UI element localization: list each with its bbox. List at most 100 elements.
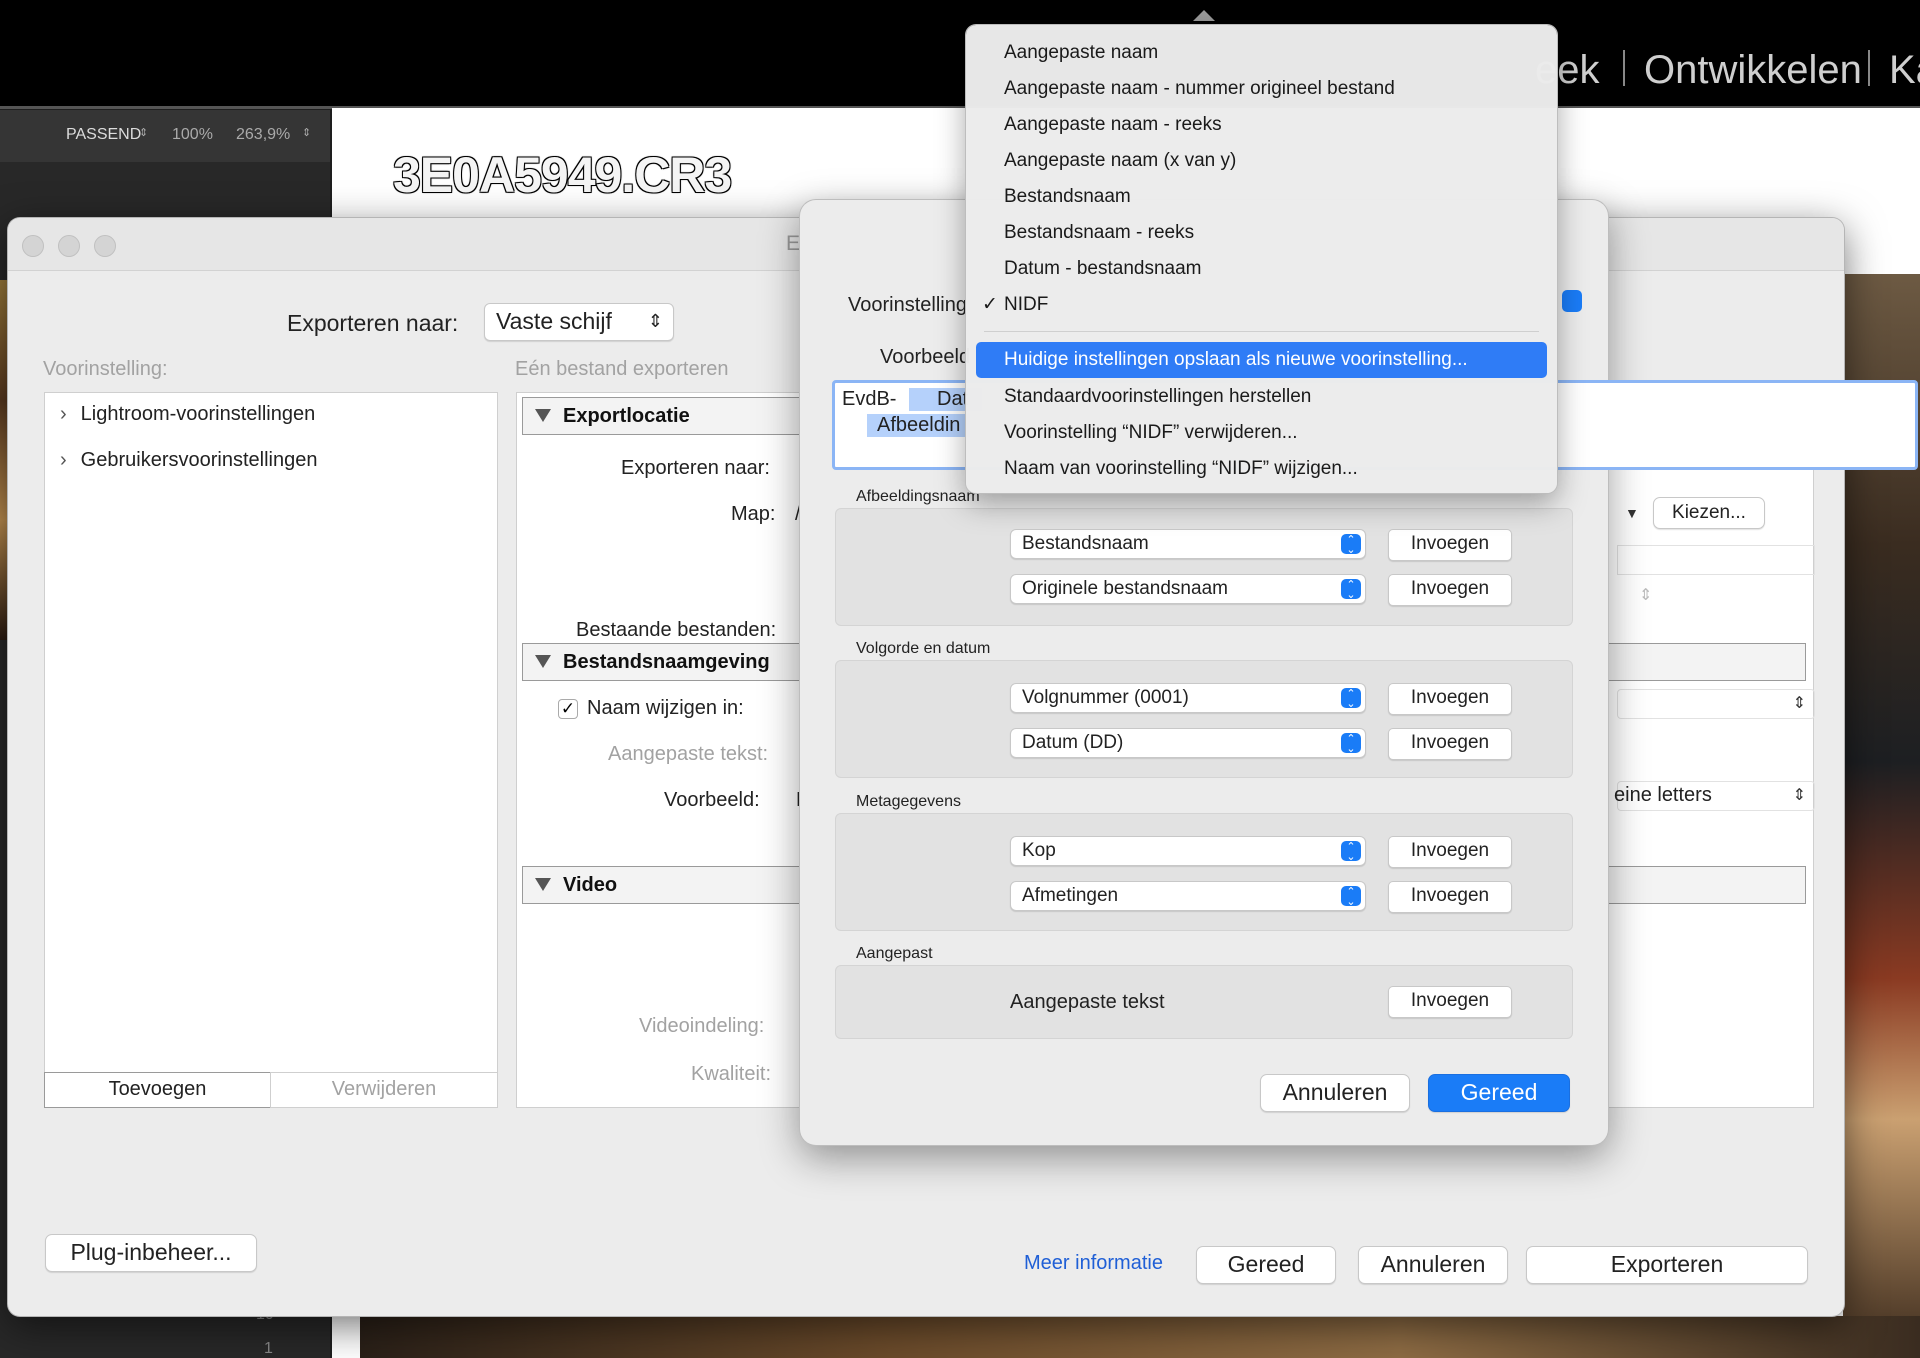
menu-item[interactable]: Bestandsnaam - reeks: [1004, 222, 1194, 244]
token-prefix: EvdB-: [842, 388, 897, 410]
choose-folder-button[interactable]: Kiezen...: [1653, 497, 1765, 529]
navigator-toolbar: PASSEND ⇕ 100% 263,9% ⇕: [0, 110, 330, 162]
disclosure-triangle-icon: [535, 655, 551, 668]
menu-item[interactable]: Aangepaste naam (x van y): [1004, 150, 1236, 172]
menu-action-restore[interactable]: Standaardvoorinstellingen herstellen: [1004, 386, 1311, 408]
menu-item-highlighted[interactable]: Huidige instellingen opslaan als nieuwe …: [976, 342, 1547, 378]
plugin-manager-button[interactable]: Plug-inbeheer...: [45, 1234, 257, 1272]
menu-item[interactable]: Aangepaste naam: [1004, 42, 1158, 64]
insert-button[interactable]: Invoegen: [1388, 574, 1512, 606]
example-label: Voorbeeld:: [664, 789, 760, 811]
photo-preview: [360, 1316, 1920, 1358]
rename-checkbox[interactable]: ✓: [558, 699, 578, 719]
insert-button[interactable]: Invoegen: [1388, 986, 1512, 1018]
menu-item[interactable]: Bestandsnaam: [1004, 186, 1131, 208]
video-format-label: Videoindeling:: [639, 1015, 765, 1037]
preset-list: › Lightroom-voorinstellingen › Gebruikersv…: [44, 392, 498, 1074]
photo-filename-overlay: 3E0A5949.CR3: [393, 147, 732, 203]
image-name-popup-1[interactable]: Bestandsnaam ⌃ ⌄: [1010, 529, 1366, 559]
menu-item[interactable]: Aangepaste naam - nummer origineel besta…: [1004, 78, 1395, 100]
module-develop[interactable]: Ontwikkelen: [1644, 48, 1862, 93]
filmstrip-number: 1: [264, 1340, 273, 1357]
group-title-custom: Aangepast: [856, 945, 933, 962]
insert-button[interactable]: Invoegen: [1388, 728, 1512, 760]
menu-action-delete[interactable]: Voorinstelling “NIDF” verwijderen...: [1004, 422, 1298, 444]
sheet-cancel-button[interactable]: Annuleren: [1260, 1074, 1410, 1112]
minimize-window-button[interactable]: [58, 235, 80, 257]
sequence-popup-2[interactable]: Datum (DD) ⌃ ⌄: [1010, 728, 1366, 758]
metadata-popup-1[interactable]: Kop ⌃ ⌄: [1010, 836, 1366, 866]
chevron-updown-icon[interactable]: ⇕: [302, 126, 311, 139]
preset-label: Voorinstelling: [848, 294, 967, 316]
menu-item[interactable]: Datum - bestandsnaam: [1004, 258, 1202, 280]
menu-action-rename[interactable]: Naam van voorinstelling “NIDF” wijzigen.…: [1004, 458, 1358, 480]
zoom-100[interactable]: 100%: [172, 126, 213, 144]
export-to-label: Exporteren naar:: [287, 310, 459, 336]
zoom-custom[interactable]: 263,9%: [236, 126, 290, 144]
chevron-updown-icon: ⇕: [1792, 787, 1806, 804]
menu-item-checked[interactable]: NIDF: [1004, 294, 1048, 316]
export-to-popup[interactable]: Vaste schijf ⇕: [484, 303, 674, 341]
module-next-partial[interactable]: Ka: [1889, 48, 1920, 93]
sequence-popup-1[interactable]: Volgnummer (0001) ⌃ ⌄: [1010, 683, 1366, 713]
export-to-value: Vaste schijf: [496, 308, 612, 334]
chevron-updown-icon[interactable]: ⇕: [1639, 585, 1652, 605]
chevron-updown-icon: ⌃ ⌄: [1341, 886, 1361, 908]
preset-dropdown-menu: Aangepaste naam Aangepaste naam - nummer…: [966, 25, 1557, 493]
more-info-link[interactable]: Meer informatie: [1024, 1252, 1163, 1275]
disclosure-triangle-icon: [535, 878, 551, 891]
close-window-button[interactable]: [22, 235, 44, 257]
sheet-done-button[interactable]: Gereed: [1428, 1074, 1570, 1112]
insert-button[interactable]: Invoegen: [1388, 836, 1512, 868]
zoom-window-button[interactable]: [94, 235, 116, 257]
metadata-popup-2[interactable]: Afmetingen ⌃ ⌄: [1010, 881, 1366, 911]
one-file-label: Eén bestand exporteren: [515, 358, 729, 380]
chevron-updown-icon[interactable]: ⇕: [139, 126, 148, 139]
preset-group-user[interactable]: › Gebruikersvoorinstellingen: [60, 449, 317, 472]
insert-button[interactable]: Invoegen: [1388, 683, 1512, 715]
chevron-updown-icon: ⌃ ⌄: [1341, 534, 1361, 556]
chevron-updown-icon: ⌃ ⌄: [1341, 579, 1361, 601]
token-image[interactable]: Afbeeldin: [867, 414, 971, 437]
group-sequence: Volgnummer (0001) ⌃ ⌄ Invoegen Datum (DD) ⌃…: [835, 660, 1573, 778]
group-custom: Aangepaste tekst Invoegen: [835, 965, 1573, 1039]
remove-preset-button[interactable]: Verwijderen: [270, 1072, 498, 1108]
preset-label: Voorinstelling:: [43, 358, 168, 380]
export-done-button[interactable]: Gereed: [1196, 1246, 1336, 1284]
navigator-preview: [0, 280, 8, 640]
naming-template-popup[interactable]: ⇕: [1617, 689, 1815, 719]
folder-subfield[interactable]: [1617, 545, 1815, 575]
group-title-image-name: Afbeeldingsnaam: [856, 488, 980, 505]
panel-toggle-triangle-icon[interactable]: [1193, 10, 1215, 21]
case-popup[interactable]: eine letters ⇕: [1614, 781, 1815, 811]
example-label: Voorbeeld: [880, 346, 971, 368]
insert-button[interactable]: Invoegen: [1388, 529, 1512, 561]
window-title: E: [786, 232, 801, 255]
module-separator: [1623, 50, 1625, 86]
existing-files-label: Bestaande bestanden:: [576, 619, 777, 641]
group-title-sequence: Volgorde en datum: [856, 640, 991, 657]
chevron-updown-icon: ⌃ ⌄: [1341, 733, 1361, 755]
image-name-popup-2[interactable]: Originele bestandsnaam ⌃ ⌄: [1010, 574, 1366, 604]
rename-label: Naam wijzigen in:: [587, 697, 744, 719]
chevron-right-icon: ›: [60, 449, 67, 471]
preset-popup-stepper[interactable]: [1562, 290, 1582, 312]
folder-dropdown-triangle-icon[interactable]: ▼: [1625, 505, 1639, 521]
quality-label: Kwaliteit:: [691, 1063, 772, 1085]
add-preset-button[interactable]: Toevoegen: [44, 1072, 271, 1108]
zoom-fit[interactable]: PASSEND: [66, 126, 141, 144]
disclosure-triangle-icon: [535, 409, 551, 422]
insert-button[interactable]: Invoegen: [1388, 881, 1512, 913]
group-metadata: Kop ⌃ ⌄ Invoegen Afmetingen ⌃ ⌄ Invoegen: [835, 813, 1573, 931]
chevron-updown-icon: ⌃ ⌄: [1341, 688, 1361, 710]
custom-text-label: Aangepaste tekst: [1010, 991, 1165, 1013]
chevron-updown-icon: ⇕: [647, 311, 663, 331]
menu-separator: [984, 331, 1539, 332]
preset-group-lightroom[interactable]: › Lightroom-voorinstellingen: [60, 403, 315, 426]
export-button[interactable]: Exporteren: [1526, 1246, 1808, 1284]
export-cancel-button[interactable]: Annuleren: [1358, 1246, 1508, 1284]
menu-item[interactable]: Aangepaste naam - reeks: [1004, 114, 1222, 136]
chevron-updown-icon: ⌃ ⌄: [1341, 841, 1361, 863]
checkmark-icon: ✓: [982, 294, 998, 315]
chevron-updown-icon: ⇕: [1792, 695, 1806, 712]
